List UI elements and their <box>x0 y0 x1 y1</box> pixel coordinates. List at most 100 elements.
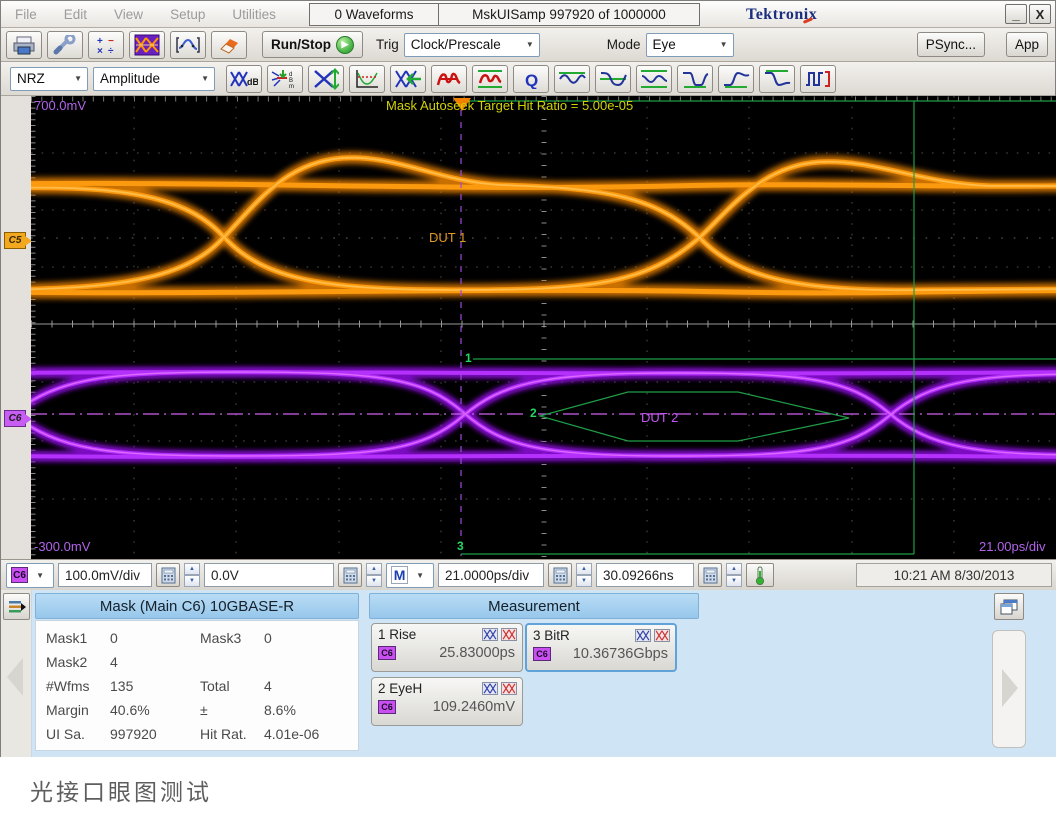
vertical-offset-keypad-button[interactable] <box>338 563 362 587</box>
bathtub-curve-button[interactable] <box>349 65 385 93</box>
channel-c5-badge[interactable]: C5 <box>4 232 26 249</box>
pattern-sync-button[interactable] <box>800 65 836 93</box>
clear-data-icon <box>217 35 241 55</box>
bathtub-curve-icon <box>354 68 380 90</box>
horizontal-scale-keypad-button[interactable] <box>548 563 572 587</box>
calculator-icon <box>161 567 176 584</box>
waveform-database-button[interactable] <box>170 31 206 59</box>
trigger-source-select[interactable]: Clock/Prescale ▼ <box>404 33 540 57</box>
eye-db-button[interactable]: dB <box>226 65 262 93</box>
spin-down-icon[interactable]: ▼ <box>366 575 382 587</box>
spin-up-icon[interactable]: ▲ <box>184 563 200 575</box>
mask-hits-icon[interactable] <box>654 629 670 642</box>
close-button[interactable]: X <box>1029 4 1051 24</box>
print-button[interactable] <box>6 31 42 59</box>
marker-1: 1 <box>465 351 472 365</box>
measurement-bitrate[interactable]: 3 BitR C6 10.36736Gbps <box>525 623 677 672</box>
temperature-status-button[interactable] <box>746 563 774 587</box>
measurement-panel-header[interactable]: Measurement <box>369 593 699 619</box>
mask-hits-icon[interactable] <box>501 682 517 695</box>
svg-text:dB: dB <box>247 77 258 87</box>
overshoot-button[interactable] <box>759 65 795 93</box>
optical-power-button[interactable]: d B m <box>267 65 303 93</box>
menu-setup[interactable]: Setup <box>170 7 205 22</box>
burst-width-button[interactable] <box>636 65 672 93</box>
vertical-scale-keypad-button[interactable] <box>156 563 180 587</box>
mask-panel-header[interactable]: Mask (Main C6) 10GBASE-R <box>35 593 359 619</box>
vertical-offset-field[interactable]: 0.0V <box>204 563 334 587</box>
horizontal-scale-spinner[interactable]: ▲ ▼ <box>576 563 592 587</box>
menu-utilities[interactable]: Utilities <box>232 7 276 22</box>
scroll-right-arrow[interactable] <box>1002 669 1018 707</box>
measure-category-select[interactable]: Amplitude ▼ <box>93 67 215 91</box>
timebase-select[interactable]: M ▼ <box>386 563 434 588</box>
mode-select[interactable]: Eye ▼ <box>646 33 734 57</box>
panel-window-button[interactable] <box>994 593 1024 620</box>
spin-down-icon[interactable]: ▼ <box>576 575 592 587</box>
horizontal-scale-field[interactable]: 21.0000ps/div <box>438 563 544 587</box>
setup-dialogs-button[interactable] <box>47 31 83 59</box>
waveform-count-readout: 0 Waveforms <box>309 3 439 26</box>
eye-autoset-button[interactable] <box>308 65 344 93</box>
measurement-eye-height[interactable]: 2 EyeH C6 109.2460mV <box>371 677 523 726</box>
menu-edit[interactable]: Edit <box>64 7 87 22</box>
burst-width-icon <box>640 68 668 90</box>
vertical-offset-spinner[interactable]: ▲ ▼ <box>366 563 382 587</box>
measurement-value: 25.83000ps <box>439 645 517 661</box>
channel-gutter: C5 C6 <box>1 96 31 559</box>
graticule-area[interactable]: 1 2 3 700.0mV Mask Autoseek Target Hit R… <box>31 96 1056 559</box>
vertical-scale-spinner[interactable]: ▲ ▼ <box>184 563 200 587</box>
noise-button[interactable] <box>472 65 508 93</box>
c6-source-badge: C6 <box>378 646 396 660</box>
psync-button[interactable]: PSync... <box>917 32 985 57</box>
play-icon: ▶ <box>336 36 354 54</box>
spin-down-icon[interactable]: ▼ <box>184 575 200 587</box>
ac-rms-button[interactable] <box>554 65 590 93</box>
math-button[interactable]: + − × ÷ <box>88 31 124 59</box>
horizontal-position-keypad-button[interactable] <box>698 563 722 587</box>
mask-count-icon[interactable] <box>482 682 498 695</box>
spin-up-icon[interactable]: ▲ <box>576 563 592 575</box>
fall-time-button[interactable] <box>595 65 631 93</box>
oscilloscope-app-window: File Edit View Setup Utilities 0 Wavefor… <box>0 0 1056 757</box>
setup-tools-icon <box>53 35 77 55</box>
menu-view[interactable]: View <box>114 7 143 22</box>
minimize-button[interactable]: _ <box>1005 4 1027 24</box>
channel-select[interactable]: C6 ▼ <box>6 563 54 588</box>
mask-hits-icon[interactable] <box>501 628 517 641</box>
spin-up-icon[interactable]: ▲ <box>366 563 382 575</box>
svg-text:÷: ÷ <box>108 46 114 55</box>
clear-data-button[interactable] <box>211 31 247 59</box>
rise-time-button[interactable] <box>718 65 754 93</box>
q-factor-button[interactable]: Q <box>513 65 549 93</box>
undershoot-button[interactable] <box>677 65 713 93</box>
q-factor-icon: Q <box>521 69 541 89</box>
mask-count-icon[interactable] <box>482 628 498 641</box>
spin-down-icon[interactable]: ▼ <box>726 575 742 587</box>
menu-file[interactable]: File <box>15 7 37 22</box>
spin-up-icon[interactable]: ▲ <box>726 563 742 575</box>
horizontal-position-field[interactable]: 30.09266ns <box>596 563 694 587</box>
waveform-display[interactable]: C5 C6 <box>1 96 1056 559</box>
jitter-icon <box>436 69 462 89</box>
mask-test-button[interactable] <box>129 31 165 59</box>
signal-type-select[interactable]: NRZ ▼ <box>10 67 88 91</box>
run-stop-button[interactable]: Run/Stop ▶ <box>262 31 363 58</box>
app-button[interactable]: App <box>1006 32 1048 57</box>
scroll-left-arrow[interactable] <box>7 658 23 696</box>
horizontal-position-spinner[interactable]: ▲ ▼ <box>726 563 742 587</box>
panel-right-strip <box>992 630 1026 748</box>
caption-text: 光接口眼图测试 <box>30 773 212 807</box>
panel-collapse-button[interactable] <box>3 593 30 620</box>
title-bar: File Edit View Setup Utilities 0 Wavefor… <box>1 1 1055 28</box>
eye-align-button[interactable] <box>390 65 426 93</box>
mask-count-icon[interactable] <box>635 629 651 642</box>
main-timebase-badge: M <box>391 566 408 584</box>
measurement-rise[interactable]: 1 Rise C6 25.83000ps <box>371 623 523 672</box>
dut1-label: DUT 1 <box>429 230 466 245</box>
channel-c6-badge[interactable]: C6 <box>4 410 26 427</box>
vertical-scale-field[interactable]: 100.0mV/div <box>58 563 152 587</box>
acquisition-status-readout: MskUISamp 997920 of 1000000 <box>438 3 700 26</box>
dut2-label: DUT 2 <box>641 410 678 425</box>
jitter-button[interactable] <box>431 65 467 93</box>
